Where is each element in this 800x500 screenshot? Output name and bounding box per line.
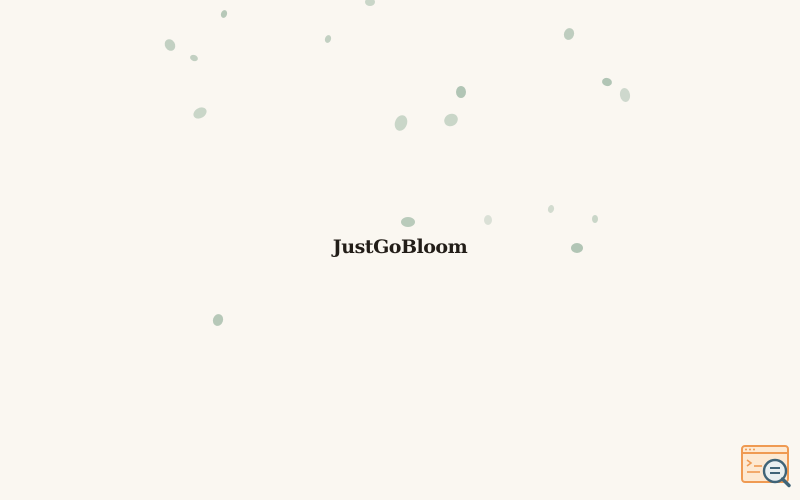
petal	[220, 10, 228, 18]
petal	[619, 88, 631, 102]
petal	[190, 54, 198, 62]
petal	[547, 205, 555, 213]
petal	[193, 107, 207, 119]
petal	[563, 28, 575, 40]
petal	[401, 217, 415, 227]
petal	[592, 215, 598, 223]
petal	[484, 215, 492, 225]
brand-logo: JustGoBloom	[332, 236, 468, 258]
petal	[212, 314, 224, 326]
petal	[324, 35, 332, 43]
petal	[394, 115, 408, 131]
inspect-console-icon[interactable]	[740, 444, 792, 488]
petal	[456, 86, 466, 98]
petal	[164, 39, 176, 51]
petal	[444, 113, 458, 127]
petal	[602, 77, 612, 87]
splash-screen: JustGoBloom	[0, 0, 800, 500]
petal	[365, 0, 375, 6]
